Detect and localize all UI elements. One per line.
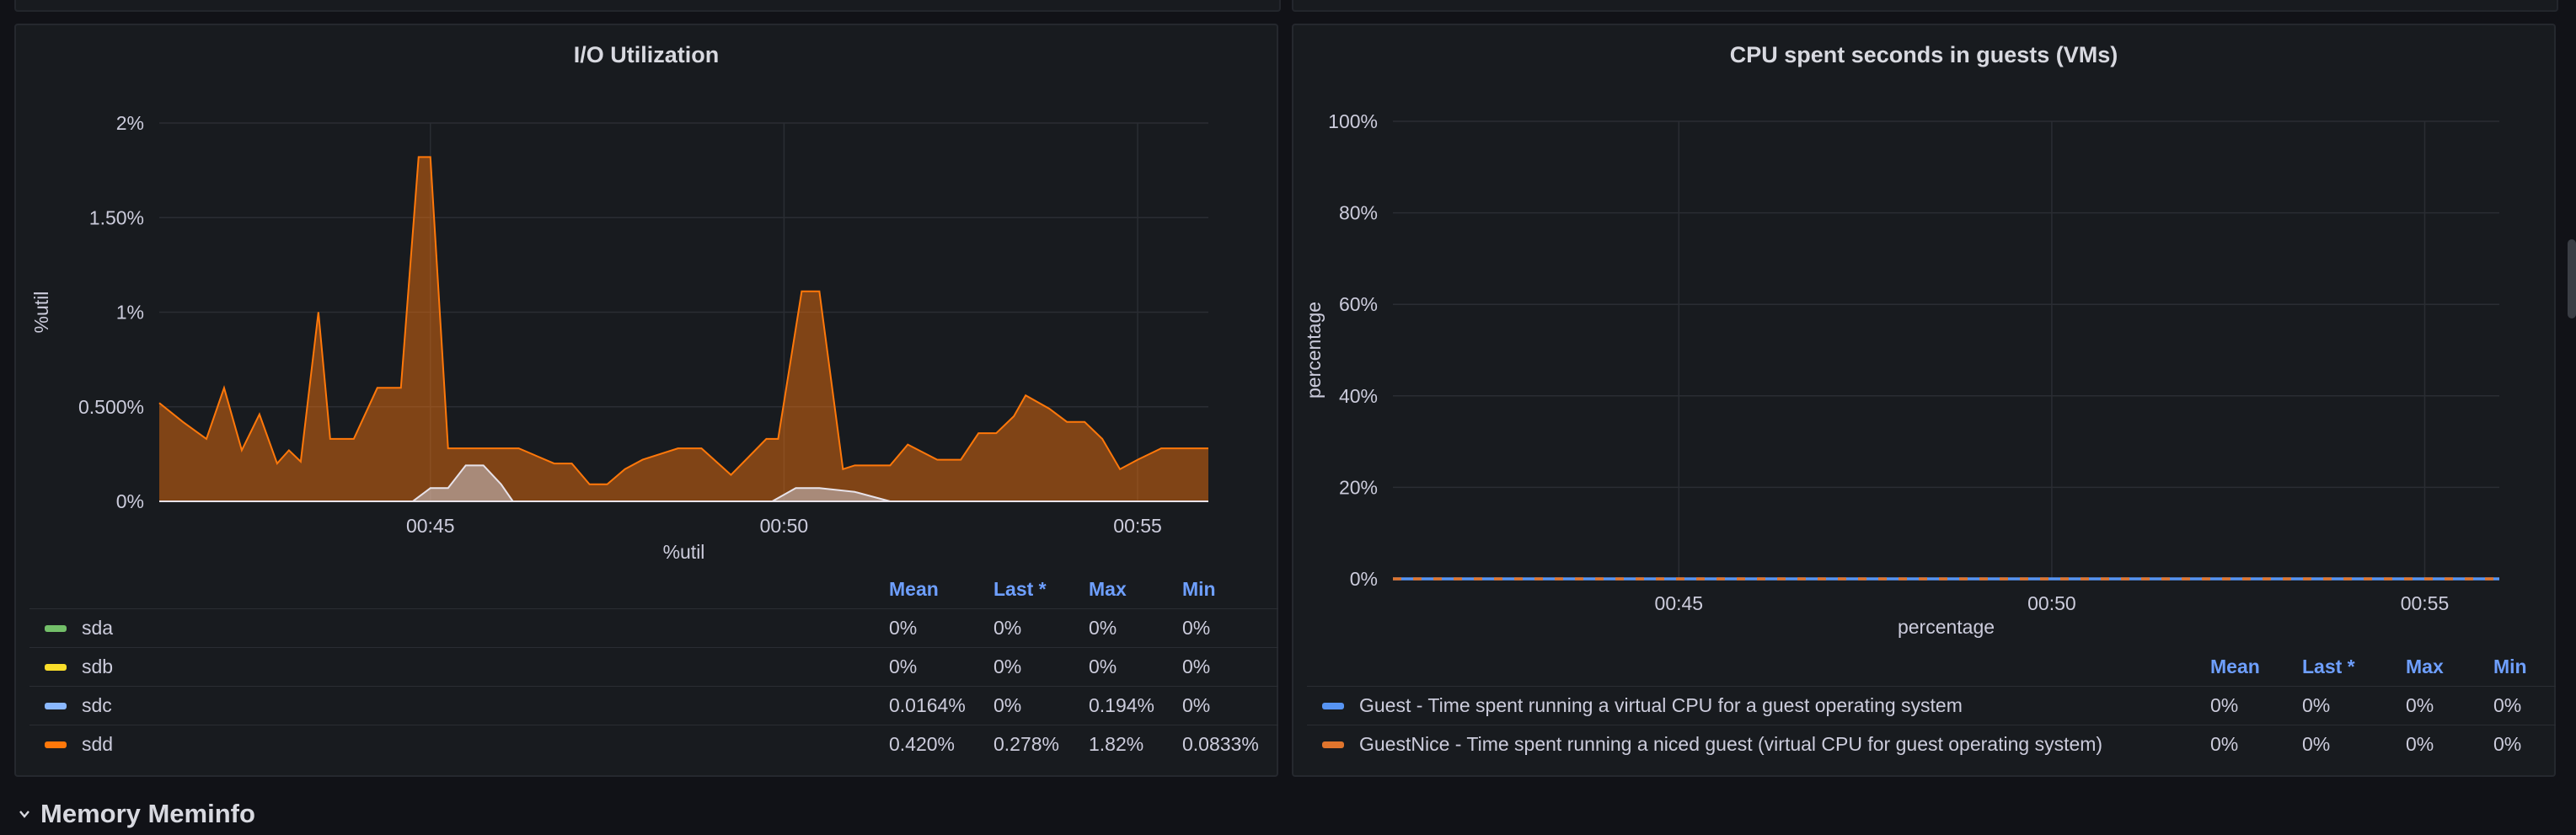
legend-value: 0.278%: [993, 733, 1060, 755]
x-tick-label: 00:55: [1113, 515, 1162, 537]
legend-value: 0.0164%: [889, 694, 966, 716]
legend-row[interactable]: sdb 0% 0% 0% 0%: [29, 647, 1278, 686]
y-tick-label: 0%: [1350, 568, 1378, 590]
legend-series-name[interactable]: GuestNice - Time spent running a niced g…: [1359, 733, 2102, 756]
legend-value: 0.194%: [1089, 694, 1155, 716]
legend-col-last[interactable]: Last *: [2302, 656, 2406, 678]
legend-swatch: [45, 702, 67, 709]
legend-series[interactable]: sda: [29, 617, 889, 640]
legend-row[interactable]: sdc 0.0164% 0% 0.194% 0%: [29, 686, 1278, 725]
y-tick-label: 0%: [116, 490, 144, 512]
y-tick-label: 80%: [1339, 202, 1378, 224]
y-tick-label: 20%: [1339, 476, 1378, 498]
legend-value: 0%: [1089, 656, 1117, 677]
legend-value: 0%: [2493, 694, 2522, 716]
legend-value: 0%: [2493, 733, 2522, 755]
x-tick-label: 00:45: [406, 515, 455, 537]
x-tick-label: 00:55: [2401, 592, 2450, 614]
y-axis-label: %util: [30, 292, 52, 334]
legend-header: Mean Last * Max Min: [1307, 647, 2556, 686]
x-tick-label: 00:45: [1655, 592, 1704, 614]
legend-value: 0%: [1182, 617, 1211, 639]
legend-row[interactable]: sdd 0.420% 0.278% 1.82% 0.0833%: [29, 725, 1278, 763]
legend-col-mean[interactable]: Mean: [889, 578, 993, 601]
y-tick-label: 1.50%: [89, 206, 144, 228]
legend-series-name[interactable]: sdd: [82, 733, 113, 756]
y-tick-label: 1%: [116, 302, 144, 324]
legend-swatch: [1322, 741, 1344, 748]
panel-above-left-edge: [14, 0, 1281, 12]
section-row-memory-meminfo[interactable]: Memory Meminfo: [19, 799, 255, 829]
panel-above-right-edge: [1292, 0, 2558, 12]
legend-value: 0%: [993, 656, 1022, 677]
y-tick-label: 0.500%: [78, 396, 144, 418]
legend-series[interactable]: sdc: [29, 694, 889, 717]
legend-series[interactable]: GuestNice - Time spent running a niced g…: [1307, 733, 2210, 756]
legend-value: 0%: [1182, 656, 1211, 677]
legend-header: Mean Last * Max Min: [29, 570, 1278, 608]
legend-swatch: [45, 741, 67, 748]
legend-col-max[interactable]: Max: [1089, 578, 1182, 601]
section-title[interactable]: Memory Meminfo: [40, 799, 255, 829]
legend-col-mean[interactable]: Mean: [2210, 656, 2302, 678]
x-tick-label: 00:50: [2027, 592, 2076, 614]
legend-col-min[interactable]: Min: [2493, 656, 2556, 678]
legend-series-name[interactable]: sda: [82, 617, 113, 640]
legend-series[interactable]: sdb: [29, 656, 889, 678]
cpu-guests-chart[interactable]: 0% 20% 40% 60% 80% 100% 00:45 00:50 00:55 percent…: [1293, 25, 2557, 666]
legend-series[interactable]: Guest - Time spent running a virtual CPU…: [1307, 694, 2210, 717]
x-tick-label: 00:50: [760, 515, 809, 537]
legend-value: 0%: [2406, 694, 2434, 716]
io-utilization-legend: Mean Last * Max Min sda 0% 0% 0% 0% sdb 0% 0% 0%…: [29, 570, 1278, 763]
y-tick-label: 40%: [1339, 385, 1378, 407]
legend-value: 0%: [889, 656, 918, 677]
legend-value: 0%: [2210, 694, 2239, 716]
page-scrollbar[interactable]: [2568, 239, 2576, 318]
legend-row[interactable]: GuestNice - Time spent running a niced g…: [1307, 725, 2556, 763]
legend-col-min[interactable]: Min: [1182, 578, 1278, 601]
cpu-guests-panel[interactable]: CPU spent seconds in guests (VMs) 0% 20% 4…: [1292, 24, 2556, 777]
legend-value: 0%: [2302, 694, 2331, 716]
legend-value: 1.82%: [1089, 733, 1144, 755]
legend-value: 0%: [2406, 733, 2434, 755]
x-axis-label: percentage: [1898, 616, 1995, 638]
legend-swatch: [45, 663, 67, 671]
cpu-guests-legend: Mean Last * Max Min Guest - Time spent r…: [1307, 647, 2556, 763]
io-utilization-panel[interactable]: I/O Utilization 0% 0.500% 1% 1.50% 2% 00:45 00…: [14, 24, 1278, 777]
legend-value: 0%: [993, 617, 1022, 639]
y-axis-label: percentage: [1303, 302, 1325, 399]
x-axis-label: %util: [663, 541, 705, 563]
legend-series-name[interactable]: sdc: [82, 694, 112, 717]
y-tick-label: 2%: [116, 112, 144, 134]
legend-value: 0.420%: [889, 733, 956, 755]
legend-series-name[interactable]: Guest - Time spent running a virtual CPU…: [1359, 694, 1963, 717]
y-tick-label: 100%: [1328, 110, 1378, 132]
legend-value: 0%: [889, 617, 918, 639]
y-tick-label: 60%: [1339, 293, 1378, 315]
legend-value: 0%: [1182, 694, 1211, 716]
legend-swatch: [45, 624, 67, 632]
legend-series[interactable]: sdd: [29, 733, 889, 756]
legend-series-name[interactable]: sdb: [82, 656, 113, 678]
chevron-down-icon[interactable]: [19, 808, 30, 820]
legend-value: 0%: [2302, 733, 2331, 755]
legend-swatch: [1322, 702, 1344, 709]
legend-value: 0%: [2210, 733, 2239, 755]
legend-col-last[interactable]: Last *: [993, 578, 1089, 601]
io-utilization-chart[interactable]: 0% 0.500% 1% 1.50% 2% 00:45 00:50 00:55 %util %ut…: [16, 25, 1280, 581]
legend-value: 0%: [1089, 617, 1117, 639]
legend-row[interactable]: sda 0% 0% 0% 0%: [29, 608, 1278, 647]
legend-value: 0.0833%: [1182, 733, 1259, 755]
legend-row[interactable]: Guest - Time spent running a virtual CPU…: [1307, 686, 2556, 725]
legend-value: 0%: [993, 694, 1022, 716]
legend-col-max[interactable]: Max: [2406, 656, 2493, 678]
